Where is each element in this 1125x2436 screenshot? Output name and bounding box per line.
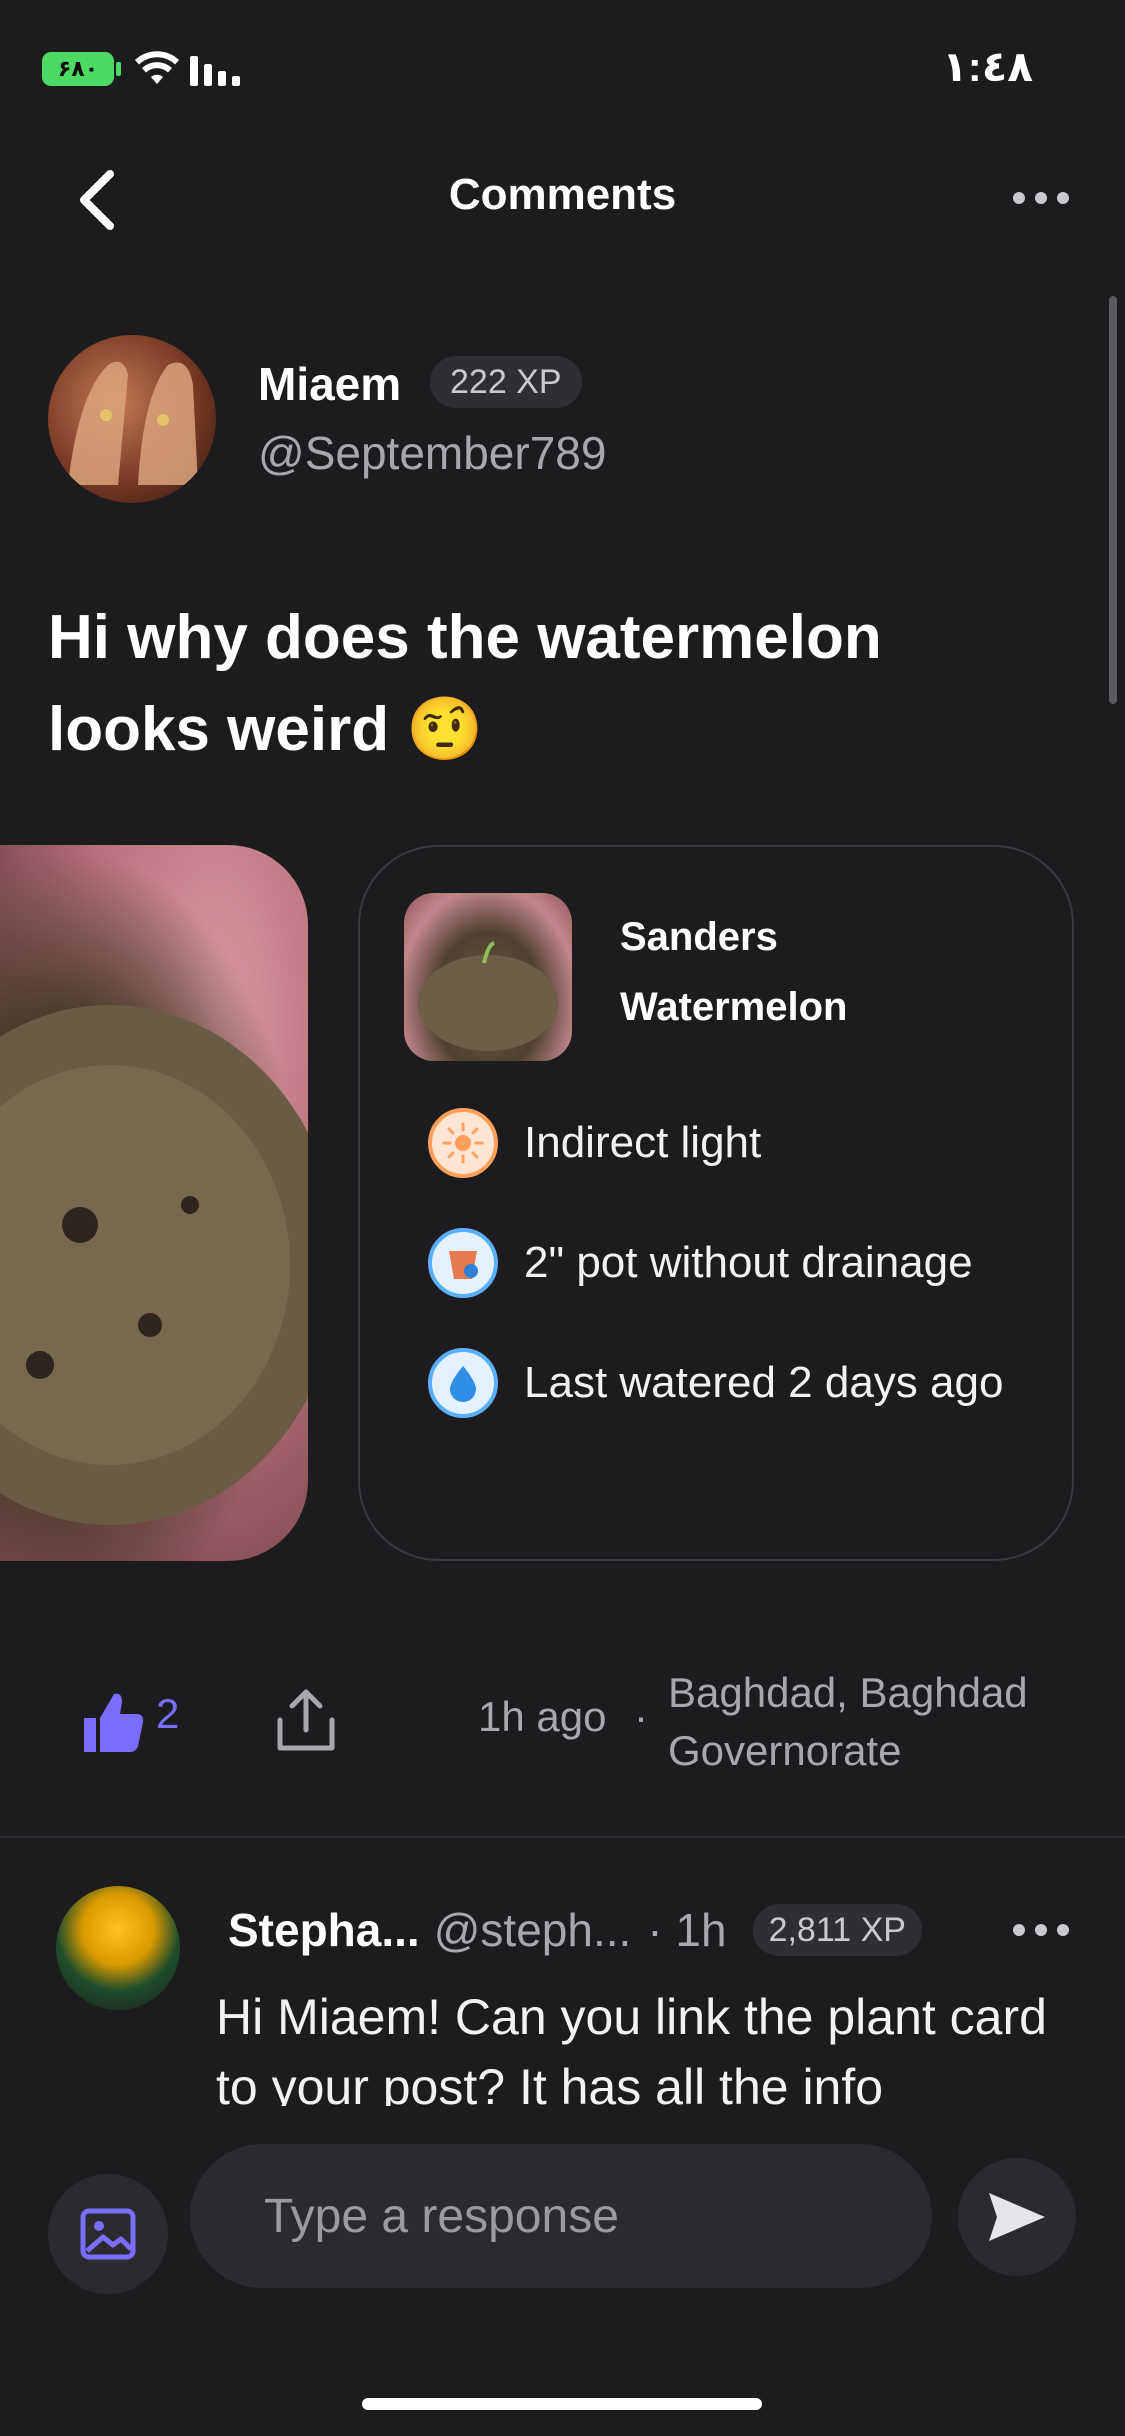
more-options-icon[interactable]	[1009, 178, 1073, 218]
plant-detail-label: Indirect light	[524, 1118, 762, 1167]
plant-card-thumbnail	[404, 893, 572, 1061]
send-icon	[989, 2193, 1045, 2241]
comment-header: Stepha... @steph... · 1h 2,811 XP	[228, 1903, 922, 1957]
plant-detail-light: Indirect light	[428, 1108, 761, 1178]
cellular-signal-icon	[190, 56, 240, 86]
post-location[interactable]: Baghdad, Baghdad Governorate	[668, 1664, 1088, 1780]
commenter-avatar[interactable]	[56, 1886, 180, 2010]
battery-nub	[116, 62, 121, 76]
water-drop-icon	[428, 1348, 498, 1418]
comment-text: Hi Miaem! Can you link the plant card to…	[216, 1989, 1047, 2106]
battery-indicator: ۶۸٠	[42, 52, 114, 86]
home-indicator[interactable]	[362, 2398, 762, 2410]
divider	[0, 1836, 1125, 1838]
post-text: Hi why does the watermelon looks weird 🤨	[48, 603, 882, 764]
page-title: Comments	[448, 170, 677, 219]
separator-dot: ·	[634, 1693, 648, 1740]
author-handle[interactable]: @September789	[258, 426, 606, 480]
comment-time: · 1h	[647, 1904, 727, 1956]
share-icon[interactable]	[274, 1686, 338, 1756]
image-icon	[80, 2208, 136, 2260]
status-time: ١:٤٨	[942, 43, 1033, 90]
like-count: 2	[156, 1690, 180, 1737]
plant-detail-pot: 2" pot without drainage	[428, 1228, 973, 1298]
response-input-container[interactable]	[190, 2144, 932, 2288]
response-input[interactable]	[262, 2187, 932, 2245]
send-button[interactable]	[958, 2158, 1076, 2276]
plant-card-plant-name: Watermelon	[620, 985, 848, 1029]
post-time: 1h ago	[478, 1693, 607, 1740]
wifi-icon	[135, 51, 179, 84]
comment-more-options-icon[interactable]	[1009, 1910, 1073, 1950]
plant-detail-label: 2" pot without drainage	[524, 1238, 973, 1287]
author-name[interactable]: Miaem	[258, 357, 401, 411]
scrollbar[interactable]	[1109, 296, 1117, 704]
pot-icon	[428, 1228, 498, 1298]
like-thumbs-up-icon[interactable]	[78, 1688, 148, 1758]
plant-detail-water: Last watered 2 days ago	[428, 1348, 1003, 1418]
plant-card-owner: Sanders	[620, 915, 778, 959]
post-photo[interactable]	[0, 845, 308, 1561]
author-avatar[interactable]	[48, 335, 216, 503]
commenter-handle[interactable]: @steph...	[434, 1903, 632, 1957]
plant-detail-label: Last watered 2 days ago	[524, 1358, 1004, 1407]
sun-icon	[428, 1108, 498, 1178]
commenter-name[interactable]: Stepha...	[228, 1903, 420, 1957]
author-xp-badge: 222 XP	[430, 356, 582, 408]
commenter-xp-badge: 2,811 XP	[752, 1904, 922, 1956]
attach-image-button[interactable]	[48, 2174, 168, 2294]
